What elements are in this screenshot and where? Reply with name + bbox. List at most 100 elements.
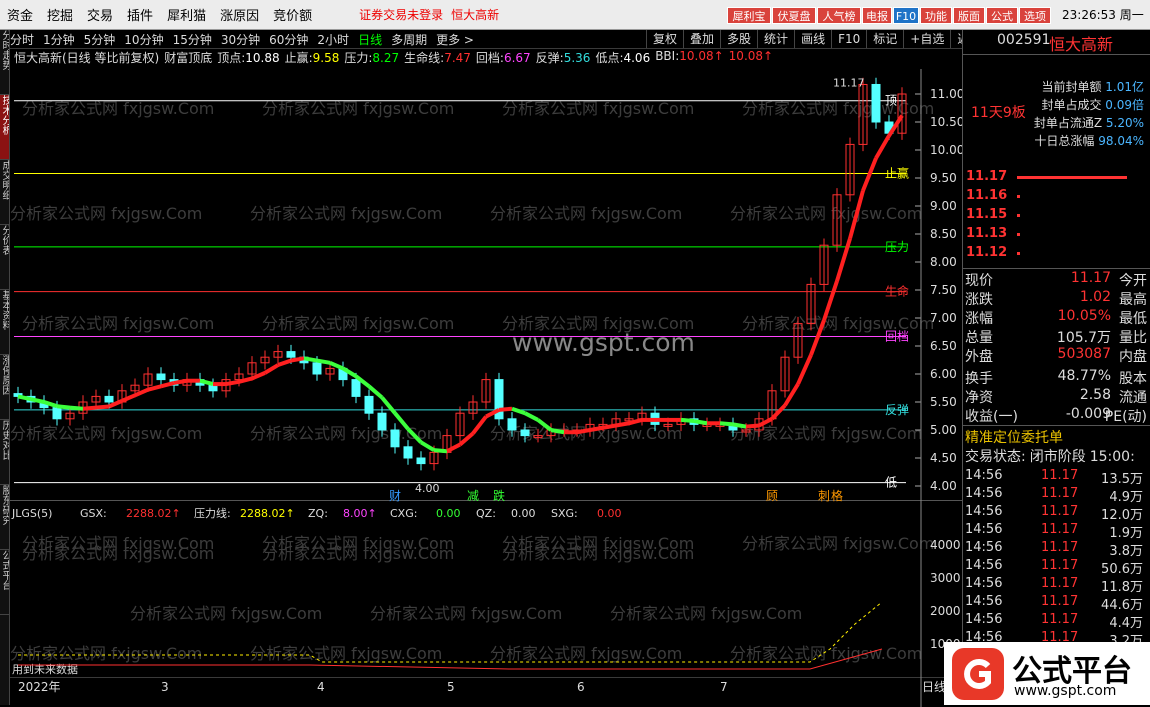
pressure-line [18, 601, 883, 663]
function-button[interactable]: 电报 [862, 7, 892, 24]
menu-item[interactable]: 挖掘 [40, 5, 80, 24]
left-tab[interactable]: 成交明细 [0, 160, 9, 225]
left-tab[interactable]: 历史对比 [0, 420, 9, 485]
quote-label: 外盘 [965, 349, 993, 365]
level-label: 顶 [885, 94, 897, 108]
left-tab[interactable]: 股东研究 [0, 485, 9, 550]
timeframe-tab[interactable]: 分时 [10, 31, 34, 48]
function-button[interactable]: 选项 [1019, 7, 1051, 24]
quote-row: 现价 11.17 今开 [963, 270, 1150, 289]
timeframe-tab[interactable]: 15分钟 [173, 31, 212, 48]
candle-body [104, 395, 114, 403]
trend-line-segment [602, 423, 617, 430]
timeframe-tab[interactable]: 10分钟 [124, 31, 163, 48]
price-tick-label: 8.50 [930, 227, 957, 241]
left-tab[interactable]: 分价表 [0, 225, 9, 290]
trend-line-segment [419, 440, 436, 452]
signal-label: 跌 [493, 488, 505, 503]
quote-label: 收益(一) [965, 409, 1018, 425]
seal-value: 98.04% [1094, 134, 1144, 148]
seal-value: 5.20% [1102, 116, 1144, 130]
tick-row: 14:56 11.17 13.5万 [963, 468, 1150, 487]
price-tick-label: 5.00 [930, 423, 957, 437]
tick-time: 14:56 [965, 504, 1003, 519]
notice-login: 证券交易未登录 [359, 8, 444, 22]
trend-line-segment [719, 421, 734, 427]
left-tab[interactable]: 公式平台 [0, 550, 9, 615]
function-button[interactable]: F10 [893, 7, 919, 24]
x-tick-label: 7 [720, 680, 728, 694]
trend-line-segment [95, 404, 110, 410]
trend-line-segment [56, 404, 71, 410]
seal-label: 封单占成交 [1041, 98, 1102, 112]
sub-indicator-value: 0.00 [511, 507, 536, 520]
function-button[interactable]: 版面 [953, 7, 985, 24]
timeframe-tab[interactable]: 2小时 [317, 31, 349, 48]
menu-item[interactable]: 竞价额 [266, 5, 319, 24]
trend-line-segment [693, 419, 708, 426]
sub-indicator-value: 8.00↑ [343, 507, 377, 520]
gsx-line [18, 648, 883, 670]
toolbar-button[interactable]: 复权 [646, 30, 683, 48]
trend-line-segment [303, 356, 318, 363]
menu-item[interactable]: 资金 [0, 5, 40, 24]
function-button[interactable]: 功能 [920, 7, 952, 24]
left-tab[interactable]: 基本资料 [0, 290, 9, 355]
toolbar-button[interactable]: +自选 [903, 30, 950, 48]
toolbar-button[interactable]: 叠加 [683, 30, 720, 48]
toolbar-button[interactable]: 多股 [720, 30, 757, 48]
tick-volume: 50.6万 [1101, 562, 1143, 577]
function-button[interactable]: 公式 [986, 7, 1018, 24]
left-tab[interactable]: 涨停原因 [0, 355, 9, 420]
sub-indicator-value: 2288.02↑ [240, 507, 295, 520]
timeframe-tab[interactable]: 30分钟 [221, 31, 260, 48]
timeframe-tab[interactable]: 日线 [358, 31, 382, 48]
trend-line-segment [406, 427, 423, 444]
timeframe-tab[interactable]: 60分钟 [269, 31, 308, 48]
trend-line-segment [433, 448, 448, 454]
trend-line-segment [770, 403, 787, 421]
seal-row: 十日总涨幅 98.04% [1034, 132, 1144, 149]
function-button[interactable]: 犀利宝 [727, 7, 771, 24]
menu-item[interactable]: 涨原因 [213, 5, 266, 24]
left-tab[interactable]: 技术分析 [0, 95, 9, 160]
trend-line-segment [796, 354, 813, 385]
timeframe-tab[interactable]: 多周期 [391, 31, 427, 48]
price-tick-label: 6.00 [930, 367, 957, 381]
menu-item[interactable]: 交易 [80, 5, 120, 24]
timeframe-tab[interactable]: 5分钟 [84, 31, 116, 48]
toolbar-button[interactable]: 标记 [866, 30, 903, 48]
menu-item[interactable]: 插件 [120, 5, 160, 24]
timeframe-tab[interactable]: 更多 > [436, 31, 474, 48]
price-tick-label: 4.50 [930, 451, 957, 465]
trend-line-segment [848, 190, 865, 240]
signal-label: 减 [467, 489, 479, 503]
x-tick-label: 6 [577, 680, 585, 694]
x-tick-label: 5 [447, 680, 455, 694]
book-price: 11.12 [966, 245, 1008, 260]
function-button[interactable]: 人气榜 [817, 7, 861, 24]
tick-row: 14:56 11.17 4.9万 [963, 486, 1150, 505]
toolbar-button[interactable]: 画线 [794, 30, 831, 48]
seal-row: 封单占成交 0.09倍 [1041, 96, 1144, 113]
trend-line-segment [822, 280, 839, 321]
quote-label: 涨跌 [965, 292, 993, 308]
tick-price: 11.17 [1041, 540, 1079, 555]
trend-line-segment [69, 405, 84, 411]
function-button[interactable]: 伏夏盘 [772, 7, 816, 24]
trend-line-segment [290, 356, 305, 363]
trend-line-segment [238, 376, 253, 384]
menu-item[interactable]: 犀利猫 [160, 5, 213, 24]
left-tab[interactable]: 分时走势 [0, 30, 9, 95]
price-chart[interactable]: 11.00 10.50 10.00 9.50 9.00 8.50 8.00 7.50 7.00 6… [10, 49, 962, 707]
precise-order[interactable]: 精准定位委托单 [965, 427, 1063, 447]
timeframe-tab[interactable]: 1分钟 [43, 31, 75, 48]
toolbar-button[interactable]: 统计 [757, 30, 794, 48]
sub-tick-label: 3000 [930, 571, 961, 585]
seal-label: 当前封单额 [1041, 80, 1102, 94]
toolbar-button[interactable]: F10 [831, 30, 866, 48]
seal-row: 封单占流通Z 5.20% [1034, 114, 1144, 131]
signal-label: 格 [831, 488, 843, 503]
sub-tick-label: 2000 [930, 604, 961, 618]
trend-line-segment [498, 406, 513, 412]
